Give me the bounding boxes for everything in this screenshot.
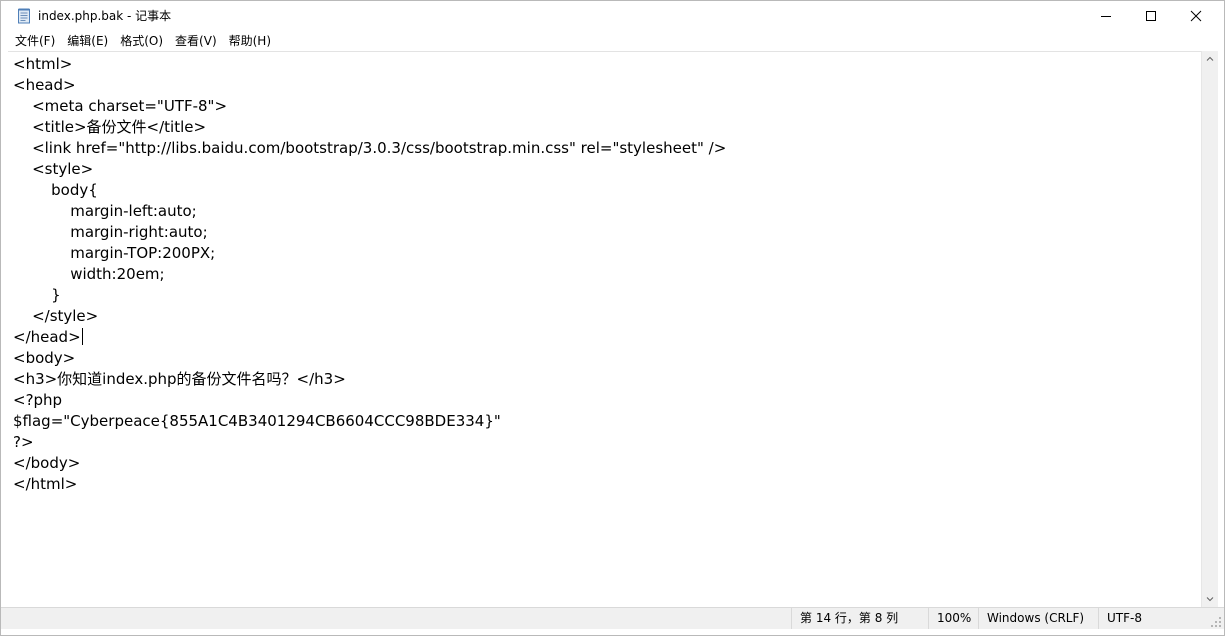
editor-line: width:20em;: [13, 265, 165, 283]
status-bar: 第 14 行，第 8 列 100% Windows (CRLF) UTF-8: [1, 607, 1224, 629]
editor-line: margin-TOP:200PX;: [13, 244, 216, 262]
editor-line: <style>: [13, 160, 94, 178]
editor-line: </style>: [13, 307, 99, 325]
window-title: index.php.bak - 记事本: [38, 9, 172, 23]
notepad-icon: [18, 8, 30, 24]
menu-view[interactable]: 查看(V): [169, 31, 223, 51]
menu-edit[interactable]: 编辑(E): [61, 31, 114, 51]
text-editor[interactable]: <html> <head> <meta charset="UTF-8"> <ti…: [8, 51, 1201, 607]
status-line-ending: Windows (CRLF): [978, 608, 1098, 629]
editor-line: <title>备份文件</title>: [13, 118, 207, 136]
minimize-icon: [1101, 16, 1111, 17]
scroll-up-button[interactable]: [1202, 51, 1218, 67]
vertical-scrollbar[interactable]: [1201, 51, 1218, 607]
scrollbar-track[interactable]: [1205, 68, 1215, 590]
editor-line: <link href="http://libs.baidu.com/bootst…: [13, 139, 727, 157]
close-button[interactable]: [1173, 1, 1219, 31]
editor-line: <body>: [13, 349, 76, 367]
resize-grip-icon[interactable]: [1210, 616, 1222, 628]
window-right-edge: [1218, 51, 1224, 607]
editor-line: </html>: [13, 475, 78, 493]
chevron-down-icon: [1206, 597, 1214, 602]
menu-bar: 文件(F) 编辑(E) 格式(O) 查看(V) 帮助(H): [1, 31, 1224, 51]
editor-line: </body>: [13, 454, 81, 472]
maximize-button[interactable]: [1128, 1, 1174, 31]
chevron-up-icon: [1206, 56, 1214, 61]
menu-file[interactable]: 文件(F): [9, 31, 61, 51]
editor-line: }: [13, 286, 61, 304]
editor-line: ?>: [13, 433, 34, 451]
maximize-icon: [1146, 11, 1156, 21]
scroll-down-button[interactable]: [1202, 591, 1218, 607]
menu-format[interactable]: 格式(O): [114, 31, 169, 51]
editor-line-with-caret: </head>: [13, 327, 726, 348]
editor-line: margin-right:auto;: [13, 223, 208, 241]
close-icon: [1190, 10, 1202, 22]
editor-line: <head>: [13, 76, 76, 94]
editor-line: $flag="Cyberpeace{855A1C4B3401294CB6604C…: [13, 412, 501, 430]
editor-lines: <html> <head> <meta charset="UTF-8"> <ti…: [13, 54, 726, 495]
editor-line: <?php: [13, 391, 63, 409]
editor-line: <h3>你知道index.php的备份文件名吗？</h3>: [13, 370, 346, 388]
editor-line: margin-left:auto;: [13, 202, 197, 220]
editor-line-text: </head>: [13, 328, 81, 346]
window-bottom-edge: [1, 629, 1224, 635]
editor-line: <meta charset="UTF-8">: [13, 97, 228, 115]
status-encoding: UTF-8: [1098, 608, 1224, 629]
notepad-window: index.php.bak - 记事本 文件(F) 编辑(E) 格式(O) 查看…: [0, 0, 1225, 636]
editor-line: body{: [13, 181, 98, 199]
editor-line: <html>: [13, 55, 73, 73]
minimize-button[interactable]: [1083, 1, 1129, 31]
status-cursor-position: 第 14 行，第 8 列: [791, 608, 928, 629]
status-zoom: 100%: [928, 608, 978, 629]
title-bar[interactable]: index.php.bak - 记事本: [1, 1, 1224, 31]
text-caret: [81, 328, 83, 345]
menu-help[interactable]: 帮助(H): [223, 31, 277, 51]
